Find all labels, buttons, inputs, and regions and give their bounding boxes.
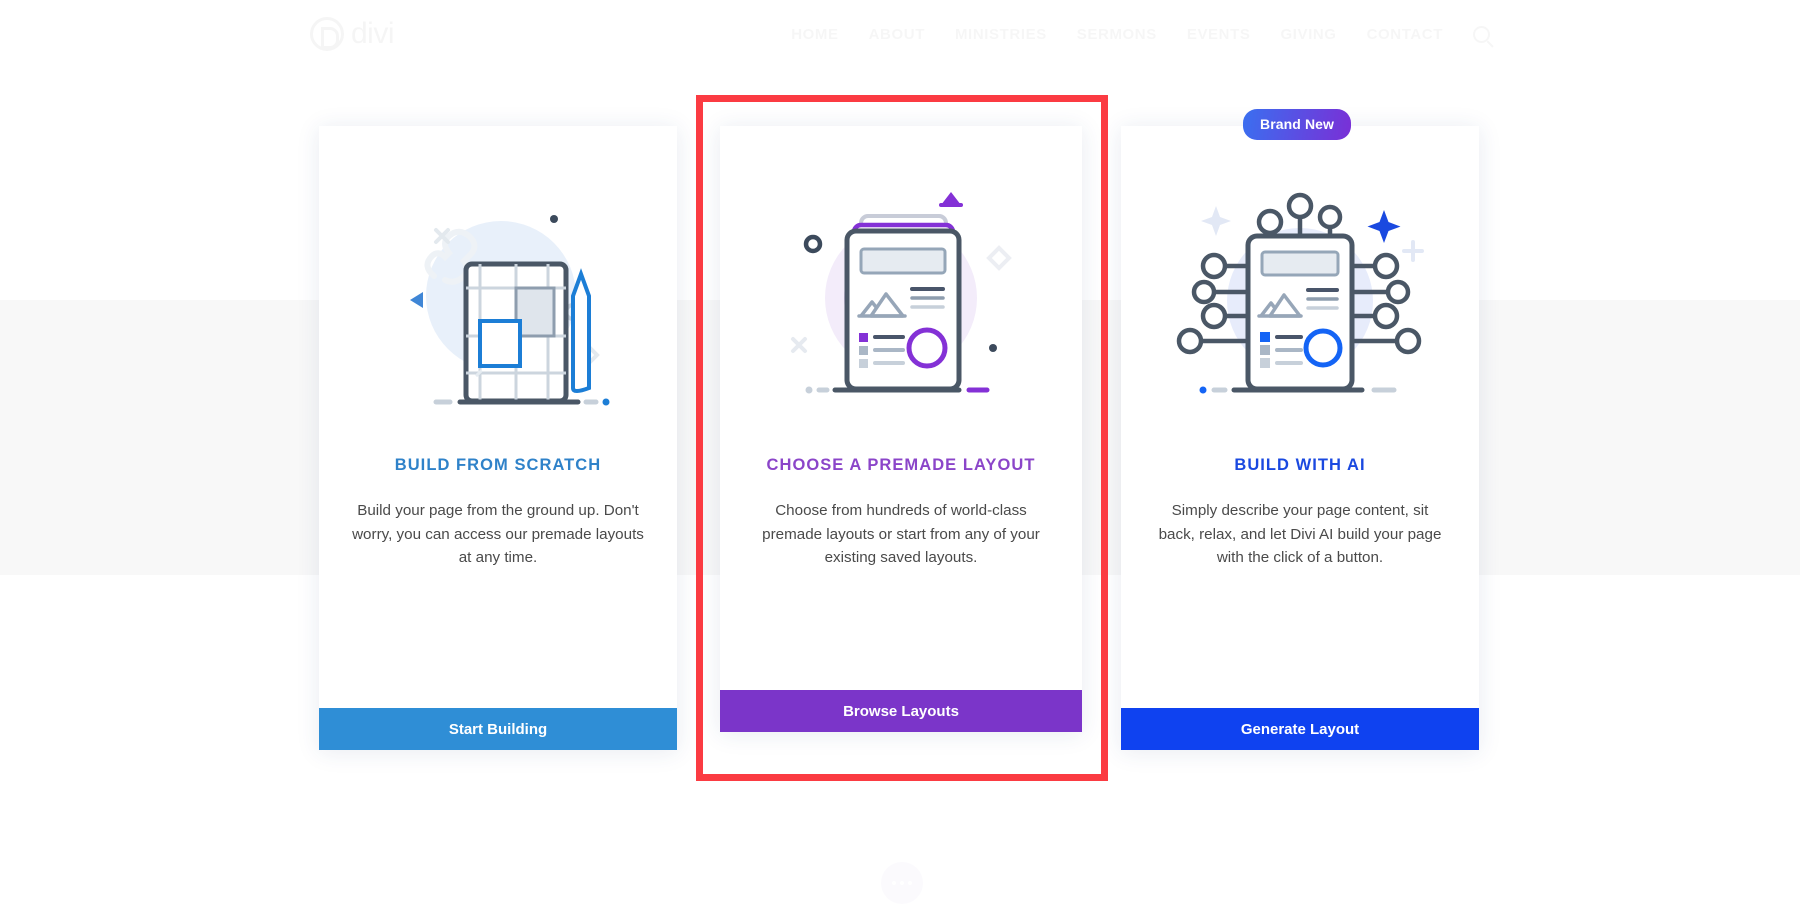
orb-dot-1 <box>892 881 896 885</box>
bottom-loader-orb <box>881 862 923 904</box>
option-cards: BUILD FROM SCRATCH Build your page from … <box>0 0 1800 915</box>
card-title: BUILD WITH AI <box>1234 456 1366 474</box>
card-description: Choose from hundreds of world-class prem… <box>762 502 1040 566</box>
orb-dot-2 <box>900 881 904 885</box>
browse-layouts-button[interactable]: Browse Layouts <box>720 690 1082 732</box>
generate-layout-button[interactable]: Generate Layout <box>1121 708 1479 750</box>
card-title: BUILD FROM SCRATCH <box>394 456 602 474</box>
brand-new-badge: Brand New <box>1243 109 1352 140</box>
card-choose-premade-layout[interactable]: CHOOSE A PREMADE LAYOUT Choose from hund… <box>720 126 1082 732</box>
card-title: CHOOSE A PREMADE LAYOUT <box>766 456 1036 474</box>
blueprint-grid-illustration <box>319 126 677 456</box>
stacked-layouts-illustration <box>720 126 1082 456</box>
card-description: Build your page from the ground up. Don'… <box>352 502 644 566</box>
start-building-button[interactable]: Start Building <box>319 708 677 750</box>
card-description: Simply describe your page content, sit b… <box>1158 502 1442 566</box>
ai-circuit-layout-illustration <box>1121 126 1479 456</box>
card-build-from-scratch[interactable]: BUILD FROM SCRATCH Build your page from … <box>319 126 677 750</box>
card-build-with-ai[interactable]: BUILD WITH AI Simply describe your page … <box>1121 126 1479 750</box>
orb-dot-3 <box>908 881 912 885</box>
page-root: divi HOME ABOUT MINISTRIES SERMONS EVENT… <box>0 0 1800 915</box>
